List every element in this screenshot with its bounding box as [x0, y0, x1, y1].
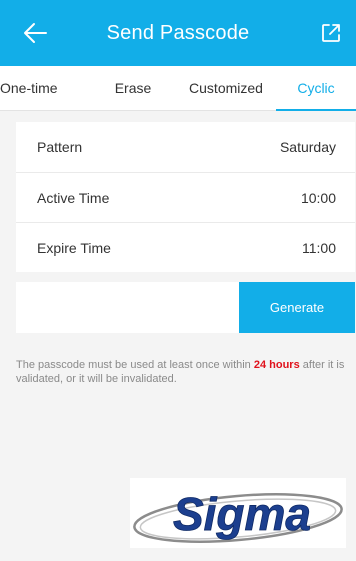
tab-cyclic[interactable]: Cyclic	[276, 66, 356, 111]
active-time-row[interactable]: Active Time 10:00	[16, 172, 355, 223]
pattern-row[interactable]: Pattern Saturday	[16, 122, 355, 172]
tab-bar: One-time Erase Customized Cyclic	[0, 66, 356, 111]
note-highlight: 24 hours	[253, 359, 300, 371]
generate-button[interactable]: Generate	[239, 282, 355, 333]
validity-note: The passcode must be used at least once …	[16, 358, 354, 386]
tab-one-time[interactable]: One-time	[0, 66, 74, 111]
expire-time-value: 11:00	[302, 240, 336, 256]
header-bar: Send Passcode	[0, 0, 356, 66]
tab-customized[interactable]: Customized	[182, 66, 270, 111]
expire-time-row[interactable]: Expire Time 11:00	[16, 222, 355, 273]
generate-panel: Generate	[16, 282, 355, 333]
expire-time-label: Expire Time	[37, 240, 111, 256]
tab-erase[interactable]: Erase	[104, 66, 162, 111]
note-text-before: The passcode must be used at least once …	[16, 359, 254, 371]
pattern-value: Saturday	[279, 139, 336, 155]
share-out-icon[interactable]	[320, 22, 342, 44]
settings-card: Pattern Saturday Active Time 10:00 Expir…	[16, 122, 355, 272]
svg-text:Sigma: Sigma	[173, 488, 311, 540]
active-time-value: 10:00	[300, 190, 336, 206]
active-time-label: Active Time	[37, 190, 110, 206]
sigma-logo: Sigma	[130, 478, 346, 548]
pattern-label: Pattern	[37, 139, 83, 155]
page-title: Send Passcode	[106, 22, 250, 44]
